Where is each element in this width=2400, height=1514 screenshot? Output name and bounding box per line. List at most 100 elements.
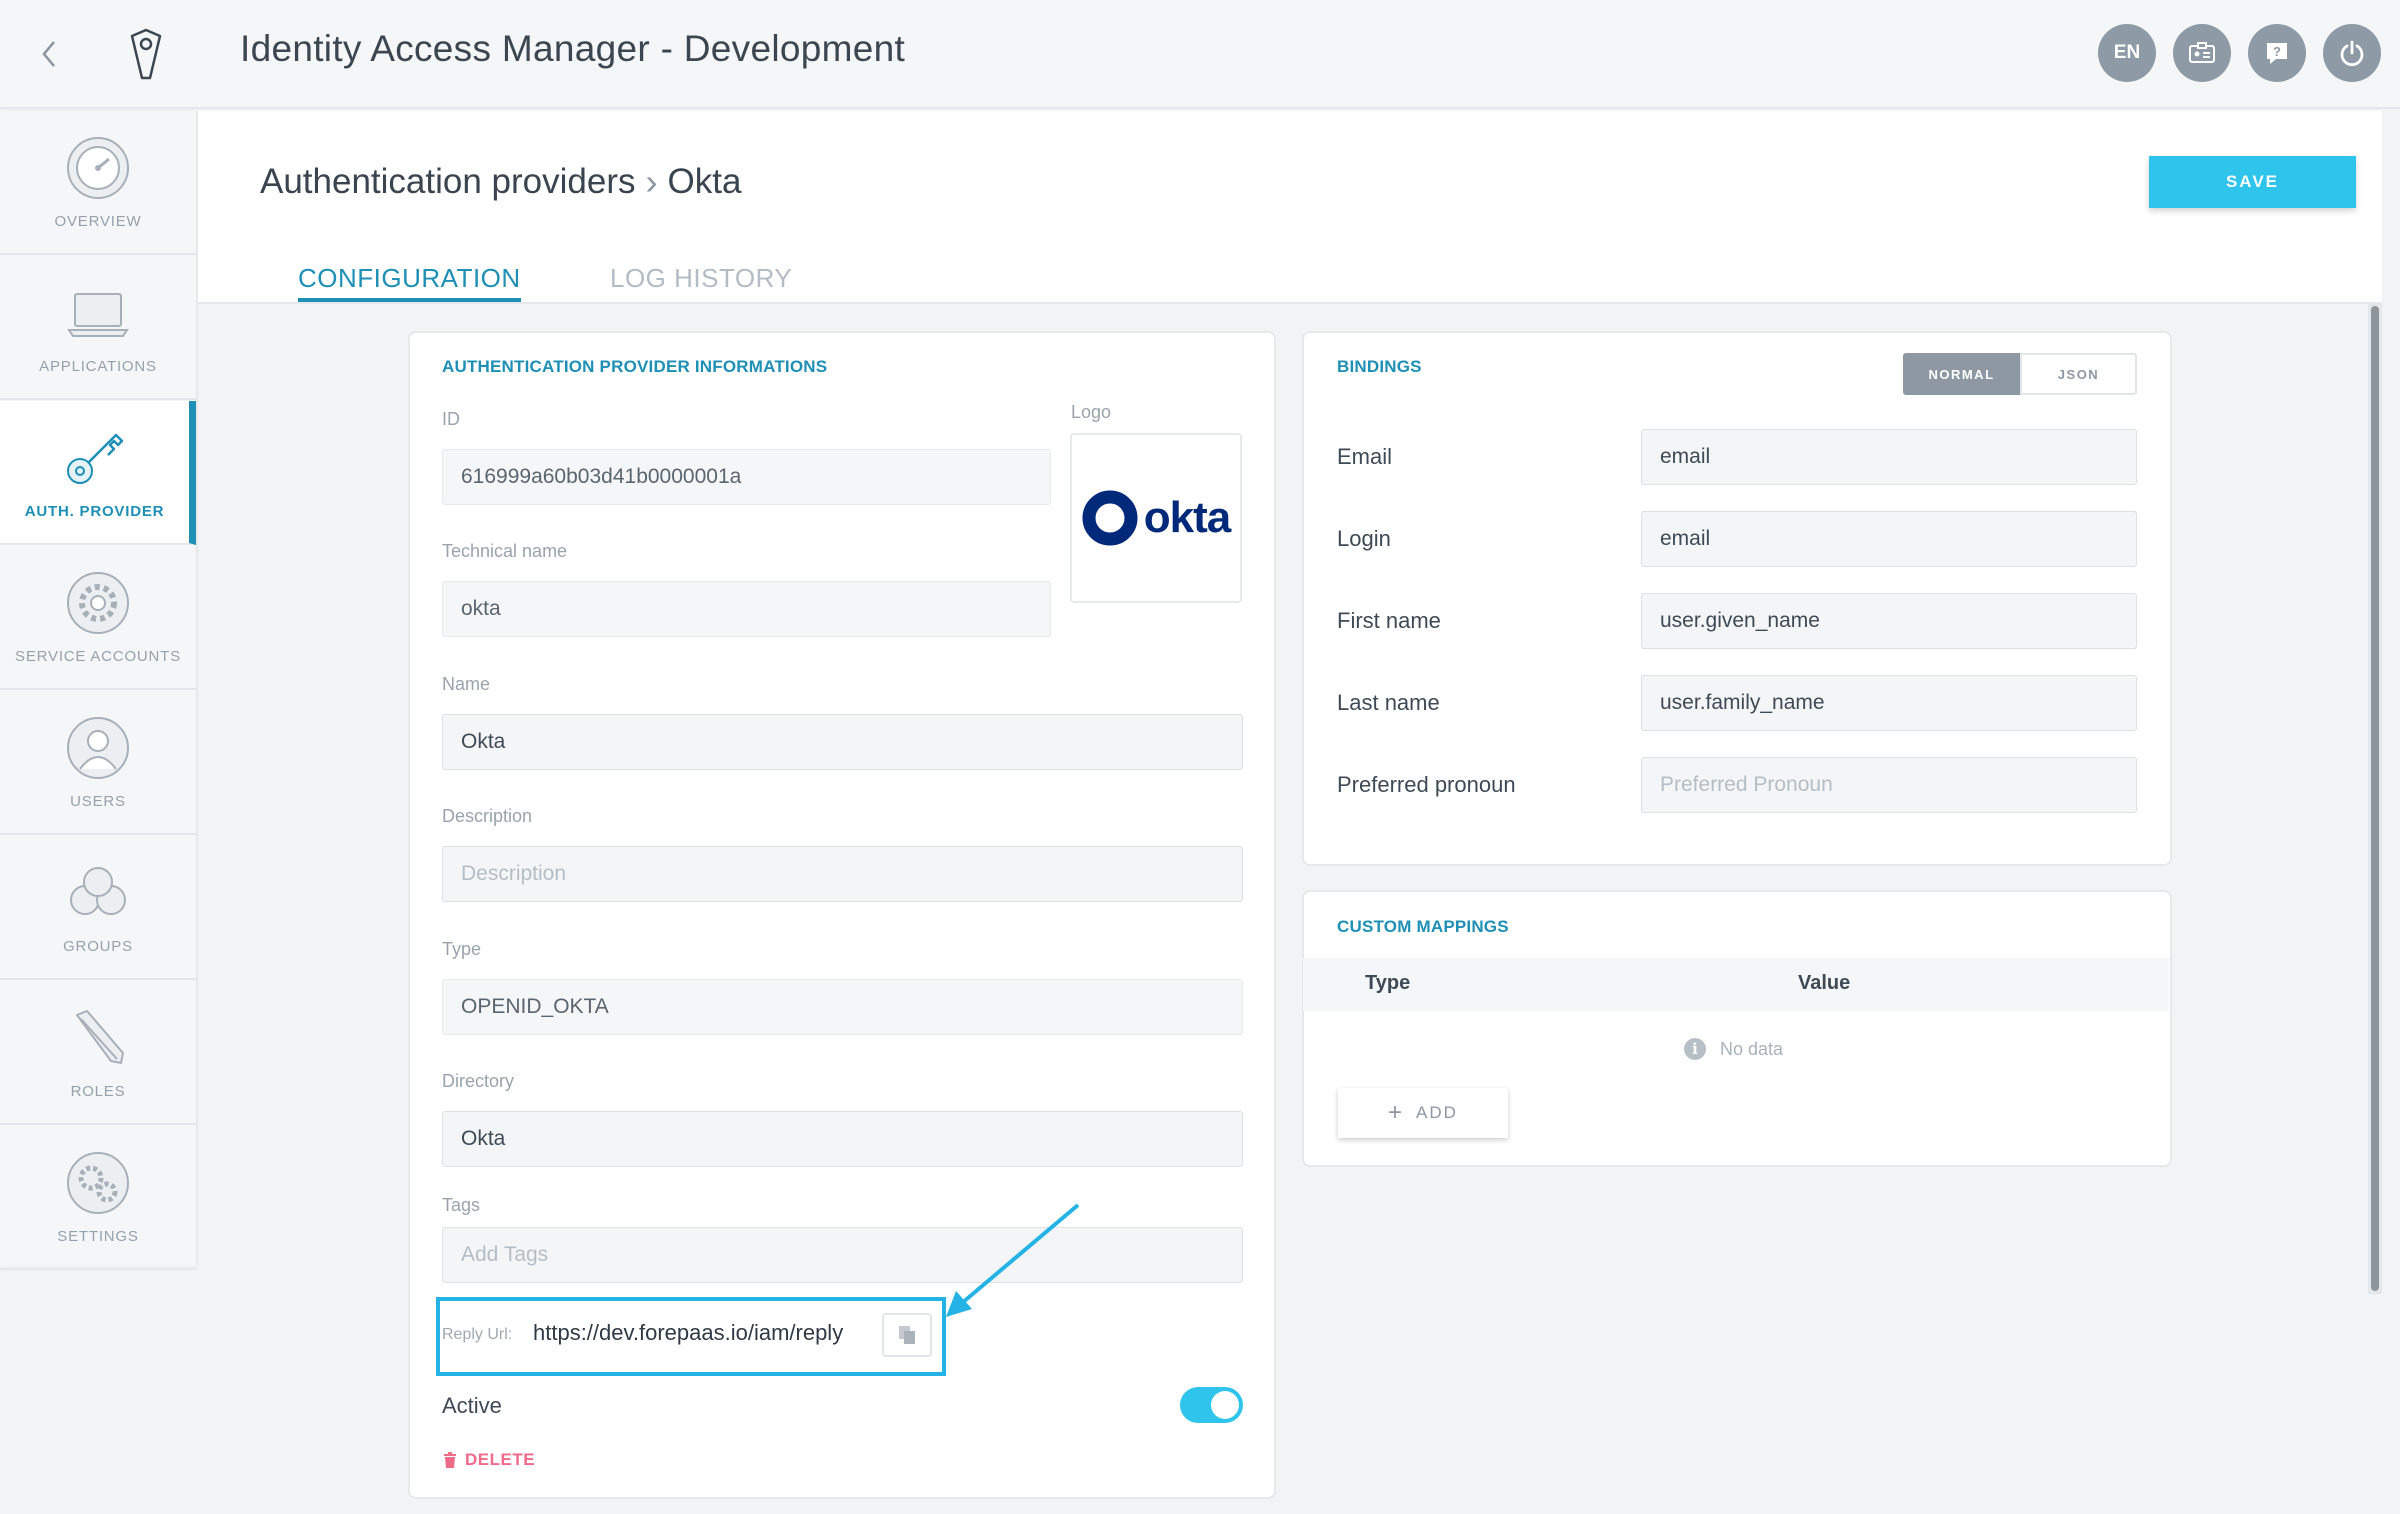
power-icon (2340, 40, 2364, 67)
laptop-icon (67, 293, 129, 337)
gauge-icon (67, 137, 129, 199)
copy-icon (899, 1326, 915, 1344)
okta-wordmark: okta (1143, 493, 1231, 542)
binding-input-preferred-pronoun[interactable]: Preferred Pronoun (1641, 757, 2137, 813)
sidebar-label-applications: APPLICATIONS (39, 358, 157, 375)
type-label: Type (442, 939, 482, 959)
sidebar-label-service-accounts: SERVICE ACCOUNTS (15, 648, 181, 665)
reply-url-value: https://dev.forepaas.io/iam/reply (533, 1320, 844, 1345)
settings-icon (67, 1152, 129, 1214)
breadcrumb-parent[interactable]: Authentication providers (260, 162, 636, 202)
scrollbar-thumb[interactable] (2371, 306, 2379, 1291)
bindings-title: BINDINGS (1337, 357, 1422, 376)
language-label: EN (2113, 42, 2141, 63)
language-button[interactable]: EN (2098, 24, 2156, 82)
sidebar-item-auth-provider[interactable]: AUTH. PROVIDER (0, 401, 196, 545)
active-toggle[interactable] (1180, 1387, 1243, 1423)
directory-label: Directory (442, 1071, 515, 1091)
binding-label-login: Login (1337, 526, 1391, 551)
sidebar-label-overview: OVERVIEW (54, 213, 142, 230)
user-icon (67, 717, 129, 779)
page-header: Authentication providers › Okta SAVE CON… (198, 111, 2382, 304)
technical-name-field: okta (442, 581, 1051, 637)
tab-configuration[interactable]: CONFIGURATION (298, 263, 521, 302)
annotation-arrow-icon (946, 1203, 1080, 1317)
breadcrumb-current: Okta (667, 162, 742, 201)
id-label: ID (442, 409, 460, 429)
binding-input-last-name[interactable]: user.family_name (1641, 675, 2137, 731)
description-input[interactable]: Description (442, 846, 1243, 902)
binding-input-login[interactable]: email (1641, 511, 2137, 567)
top-bar: Identity Access Manager - Development EN… (0, 0, 2400, 109)
sidebar-label-settings: SETTINGS (57, 1228, 139, 1245)
binding-label-last-name: Last name (1337, 690, 1440, 715)
mappings-table-header (1303, 958, 2169, 1011)
no-data-text: No data (1720, 1038, 1784, 1059)
sidebar-item-applications[interactable]: APPLICATIONS (0, 256, 196, 400)
logout-button[interactable] (2323, 24, 2381, 82)
gears-icon (67, 572, 129, 634)
okta-logo: okta (1082, 490, 1231, 546)
sidebar-label-roles: ROLES (70, 1083, 126, 1100)
reply-url-label: Reply Url: (442, 1326, 513, 1343)
logo-label: Logo (1071, 402, 1112, 422)
technical-name-label: Technical name (442, 541, 568, 561)
directory-input[interactable]: Okta (442, 1111, 1243, 1167)
scrollbar[interactable] (2368, 304, 2382, 1294)
id-card-icon (2189, 42, 2215, 63)
help-icon: ? (2267, 43, 2287, 64)
save-button[interactable]: SAVE (2149, 156, 2356, 208)
forepaas-logo-icon[interactable] (126, 26, 166, 82)
group-icon (70, 867, 126, 915)
binding-input-first-name[interactable]: user.given_name (1641, 593, 2137, 649)
sidebar-label-auth-provider: AUTH. PROVIDER (24, 503, 165, 520)
tags-input[interactable]: Add Tags (442, 1227, 1243, 1283)
mappings-col-type: Type (1365, 972, 1411, 994)
custom-mappings-title: CUSTOM MAPPINGS (1337, 917, 1509, 936)
sidebar-label-users: USERS (70, 793, 126, 810)
description-label: Description (442, 806, 533, 826)
mode-json-button[interactable]: JSON (2020, 353, 2137, 395)
binding-label-preferred-pronoun: Preferred pronoun (1337, 772, 1516, 797)
sidebar-item-overview[interactable]: OVERVIEW (0, 111, 196, 255)
info-icon: i (1684, 1038, 1706, 1060)
chevron-right-icon: › (645, 161, 658, 202)
name-label: Name (442, 674, 491, 694)
toggle-knob (1211, 1391, 1239, 1419)
okta-o-icon (1082, 490, 1138, 546)
binding-input-email[interactable]: email (1641, 429, 2137, 485)
mappings-empty: i No data (1684, 1038, 1783, 1060)
binding-label-first-name: First name (1337, 608, 1441, 633)
name-input[interactable]: Okta (442, 714, 1243, 770)
id-field: 616999a60b03d41b0000001a (442, 449, 1051, 505)
copy-button[interactable] (882, 1313, 932, 1357)
sidebar-item-users[interactable]: USERS (0, 691, 196, 835)
sidebar-item-settings[interactable]: SETTINGS (0, 1126, 196, 1270)
delete-label: DELETE (465, 1450, 536, 1469)
svg-text:?: ? (2273, 44, 2281, 59)
plus-icon: + (1388, 1099, 1405, 1126)
tab-log-history[interactable]: LOG HISTORY (610, 263, 792, 294)
trash-icon (444, 1452, 456, 1468)
mappings-col-value: Value (1798, 972, 1851, 994)
add-label: ADD (1416, 1103, 1458, 1122)
breadcrumb: Authentication providers › Okta (260, 161, 741, 203)
delete-button[interactable]: DELETE (443, 1450, 535, 1470)
provider-info-title: AUTHENTICATION PROVIDER INFORMATIONS (442, 357, 828, 376)
logo-upload[interactable]: okta (1070, 433, 1242, 603)
add-mapping-button[interactable]: + ADD (1338, 1088, 1508, 1138)
tags-label: Tags (442, 1195, 481, 1215)
sidebar-item-roles[interactable]: ROLES (0, 981, 196, 1125)
sidebar-label-groups: GROUPS (63, 938, 133, 955)
back-arrow-icon[interactable] (34, 34, 64, 74)
app-title: Identity Access Manager - Development (240, 28, 906, 69)
mode-normal-button[interactable]: NORMAL (1903, 353, 2020, 395)
sidebar-item-service-accounts[interactable]: SERVICE ACCOUNTS (0, 546, 196, 690)
pencil-icon (76, 1010, 124, 1064)
binding-label-email: Email (1337, 444, 1393, 469)
help-button[interactable]: ? (2248, 24, 2306, 82)
active-label: Active (442, 1393, 502, 1418)
sidebar-item-groups[interactable]: GROUPS (0, 836, 196, 980)
type-field: OPENID_OKTA (442, 979, 1243, 1035)
id-card-button[interactable] (2173, 24, 2231, 82)
